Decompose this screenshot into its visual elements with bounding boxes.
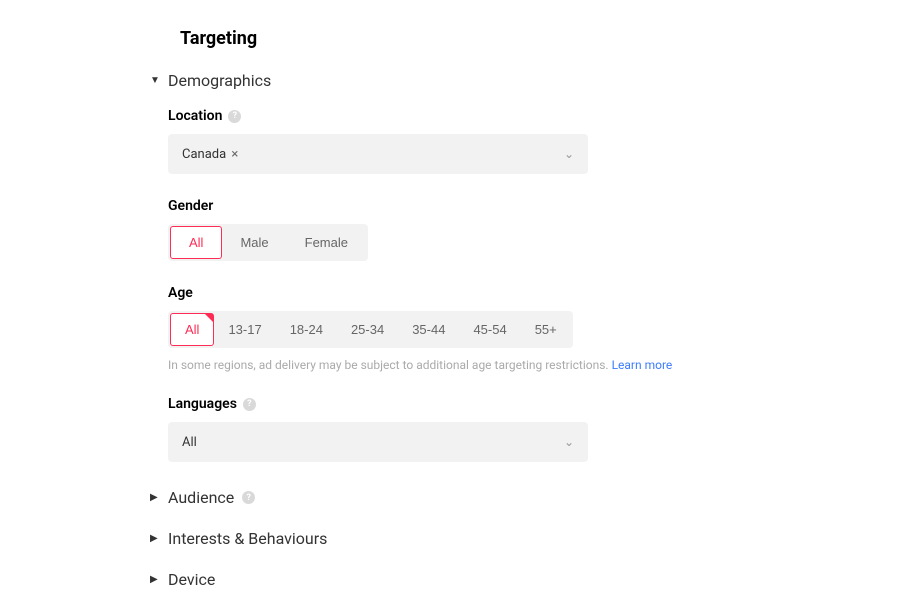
gender-label: Gender [168,198,213,214]
age-hint-row: In some regions, ad delivery may be subj… [168,358,900,372]
caret-right-icon: ▶ [150,533,160,544]
age-option-35-44[interactable]: 35-44 [398,313,459,346]
age-option-55plus[interactable]: 55+ [521,313,571,346]
gender-option-female[interactable]: Female [287,226,366,259]
caret-down-icon: ▼ [150,75,160,86]
help-icon[interactable]: ? [228,110,241,123]
section-device-header[interactable]: ▶ Device [150,570,900,589]
age-option-25-34[interactable]: 25-34 [337,313,398,346]
demographics-body: Location ? Canada × ⌄ Gender All Male Fe… [168,108,900,462]
age-option-all[interactable]: All [170,313,214,346]
languages-value: All [182,435,197,450]
languages-select[interactable]: All ⌄ [168,422,588,462]
section-title-device: Device [168,570,215,589]
gender-option-male[interactable]: Male [222,226,286,259]
location-select[interactable]: Canada × ⌄ [168,134,588,174]
age-label: Age [168,285,193,301]
section-audience-header[interactable]: ▶ Audience ? [150,488,900,507]
remove-tag-icon[interactable]: × [228,147,238,162]
gender-button-group: All Male Female [168,224,368,261]
section-title-interests: Interests & Behaviours [168,529,327,548]
field-languages: Languages ? All ⌄ [168,396,900,462]
age-button-group: All 13-17 18-24 25-34 35-44 45-54 55+ [168,311,573,348]
chevron-down-icon: ⌄ [564,435,574,449]
location-label: Location [168,108,222,124]
field-gender: Gender All Male Female [168,198,900,261]
location-tag: Canada [182,147,226,162]
languages-label: Languages [168,396,237,412]
age-option-18-24[interactable]: 18-24 [276,313,337,346]
page-title: Targeting [180,28,900,49]
age-option-45-54[interactable]: 45-54 [459,313,520,346]
section-interests-header[interactable]: ▶ Interests & Behaviours [150,529,900,548]
caret-right-icon: ▶ [150,574,160,585]
age-hint-text: In some regions, ad delivery may be subj… [168,358,609,372]
help-icon[interactable]: ? [242,491,255,504]
field-age: Age All 13-17 18-24 25-34 35-44 45-54 55… [168,285,900,372]
section-demographics-header[interactable]: ▼ Demographics [150,71,900,90]
section-title-demographics: Demographics [168,71,271,90]
help-icon[interactable]: ? [243,398,256,411]
section-title-audience: Audience [168,488,234,507]
age-option-13-17[interactable]: 13-17 [214,313,275,346]
chevron-down-icon: ⌄ [564,147,574,161]
learn-more-link[interactable]: Learn more [612,358,673,372]
field-location: Location ? Canada × ⌄ [168,108,900,174]
caret-right-icon: ▶ [150,492,160,503]
gender-option-all[interactable]: All [170,226,222,259]
